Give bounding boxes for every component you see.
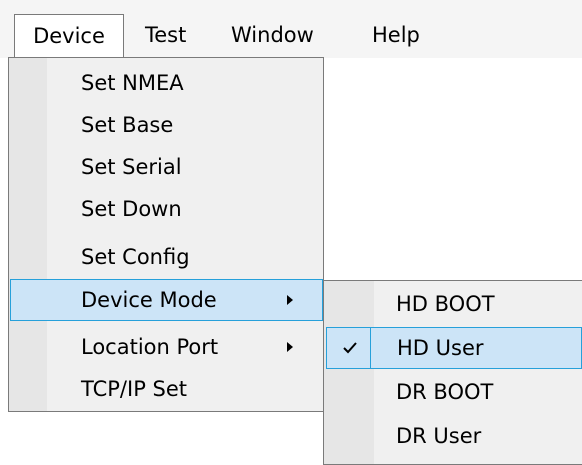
menu-window-label: Window <box>231 23 314 47</box>
menu-test-label: Test <box>145 23 187 47</box>
menu-item-set-serial[interactable]: Set Serial <box>11 146 321 188</box>
menu-item-label: Set NMEA <box>81 71 184 95</box>
menu-window[interactable]: Window <box>231 14 314 56</box>
menu-item-set-config[interactable]: Set Config <box>11 236 321 278</box>
menu-item-set-nmea[interactable]: Set NMEA <box>11 62 321 104</box>
menu-help-label: Help <box>372 23 420 47</box>
menu-item-device-mode[interactable]: Device Mode <box>10 279 323 321</box>
submenu-item-label: HD User <box>397 336 484 360</box>
menu-item-label: Set Base <box>81 113 174 137</box>
menu-help[interactable]: Help <box>372 14 420 56</box>
device-mode-submenu: HD BOOT HD User DR BOOT DR User <box>323 280 582 465</box>
submenu-arrow-icon <box>287 295 293 305</box>
submenu-item-label: DR User <box>396 424 482 448</box>
menu-bar: Device Test Window Help <box>0 0 582 58</box>
menu-item-label: Set Down <box>81 197 182 221</box>
submenu-arrow-icon <box>287 342 293 352</box>
menu-device[interactable]: Device <box>14 14 124 57</box>
menu-item-set-base[interactable]: Set Base <box>11 104 321 146</box>
menu-item-label: TCP/IP Set <box>81 377 188 401</box>
menu-device-label: Device <box>33 24 105 48</box>
menu-item-label: Device Mode <box>81 288 217 312</box>
device-dropdown-menu: Set NMEA Set Base Set Serial Set Down Se… <box>8 57 324 412</box>
menu-item-label: Set Serial <box>81 155 182 179</box>
submenu-item-dr-boot[interactable]: DR BOOT <box>326 371 582 413</box>
submenu-item-label: HD BOOT <box>396 292 495 316</box>
menu-item-label: Set Config <box>81 245 190 269</box>
menu-item-set-down[interactable]: Set Down <box>11 188 321 230</box>
check-icon <box>329 328 371 368</box>
submenu-item-hd-user[interactable]: HD User <box>326 327 582 369</box>
menu-item-location-port[interactable]: Location Port <box>11 326 321 368</box>
menu-item-tcpip-set[interactable]: TCP/IP Set <box>11 368 321 410</box>
submenu-item-hd-boot[interactable]: HD BOOT <box>326 283 582 325</box>
menu-item-label: Location Port <box>81 335 219 359</box>
submenu-item-label: DR BOOT <box>396 380 494 404</box>
menu-test[interactable]: Test <box>145 14 186 56</box>
submenu-item-dr-user[interactable]: DR User <box>326 415 582 457</box>
